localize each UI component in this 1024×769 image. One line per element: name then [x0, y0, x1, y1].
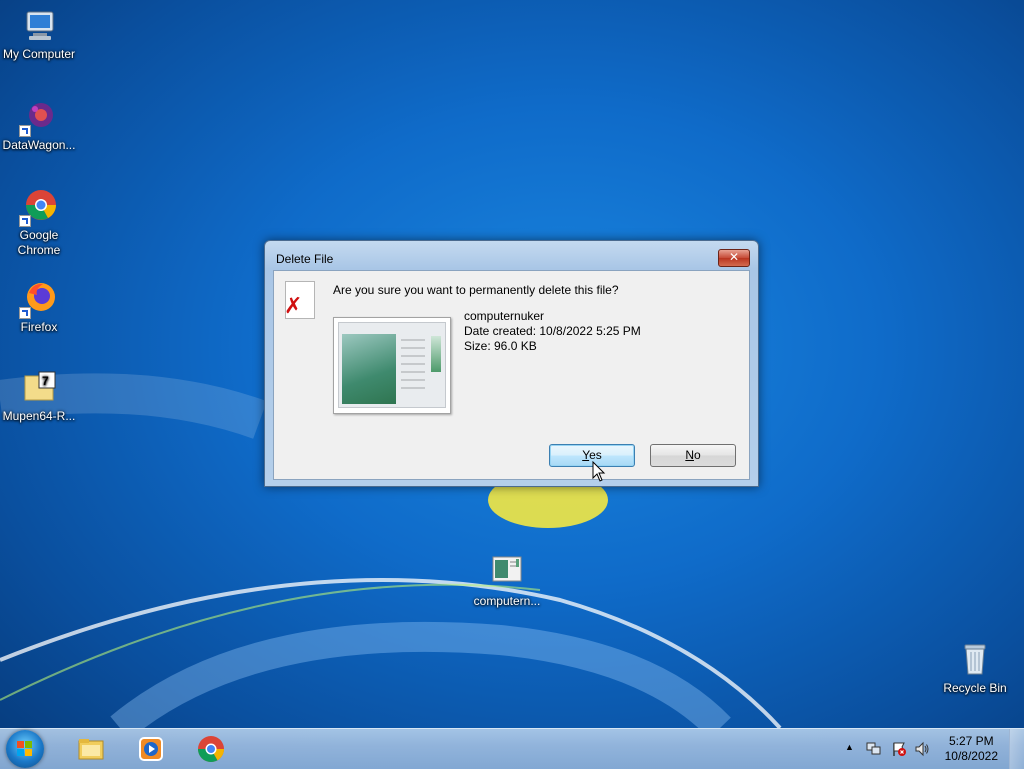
desktop-icon-computernuker[interactable]: computern... [468, 555, 546, 609]
file-date-created: Date created: 10/8/2022 5:25 PM [464, 324, 641, 338]
clock-time: 5:27 PM [948, 734, 994, 748]
desktop-icon-label: computern... [473, 594, 541, 608]
windows-logo-icon [17, 741, 32, 756]
taskbar-google-chrome[interactable] [182, 731, 236, 767]
desktop-icon-my-computer[interactable]: My Computer [0, 8, 78, 62]
volume-icon[interactable] [914, 741, 930, 757]
show-desktop-button[interactable] [1009, 729, 1024, 769]
desktop-icon-label: Mupen64-R... [2, 409, 76, 423]
desktop-icon-mupen64[interactable]: 7 Mupen64-R... [0, 370, 78, 424]
action-center-flag-icon[interactable] [891, 741, 907, 757]
file-thumbnail-icon [489, 555, 525, 591]
taskbar-clock[interactable]: 5:27 PM 10/8/2022 [945, 734, 998, 764]
dialog-title: Delete File [276, 252, 334, 266]
delete-file-dialog[interactable]: Delete File ✕ ✗ Are you sure you want to… [264, 240, 759, 487]
taskbar[interactable]: ▲ 5:27 PM 10/8/2022 [0, 728, 1024, 769]
desktop-icon-label: Recycle Bin [943, 681, 1007, 695]
chrome-icon [197, 736, 225, 763]
desktop-icon-label: Google Chrome [17, 228, 61, 257]
file-size: Size: 96.0 KB [464, 339, 537, 353]
desktop-icon-label: DataWagon... [2, 138, 76, 152]
media-player-icon [139, 737, 163, 761]
folder-icon [78, 739, 104, 760]
network-icon[interactable] [866, 741, 882, 757]
computer-icon [21, 8, 57, 44]
desktop-icon-recycle-bin[interactable]: Recycle Bin [936, 642, 1014, 696]
file-preview-thumbnail [333, 317, 451, 414]
confirm-question: Are you sure you want to permanently del… [333, 283, 619, 297]
desktop-icon-firefox[interactable]: Firefox [0, 281, 78, 335]
chrome-icon [19, 189, 57, 227]
shortcut-arrow-icon [19, 215, 31, 227]
desktop-icon-label: My Computer [2, 47, 76, 61]
file-name: computernuker [464, 309, 545, 323]
desktop-icon-datawagon[interactable]: DataWagon... [0, 99, 78, 153]
taskbar-windows-explorer[interactable] [62, 731, 116, 767]
red-x-icon: ✗ [284, 293, 303, 318]
shortcut-arrow-icon [19, 125, 31, 137]
file-info: computernuker Date created: 10/8/2022 5:… [464, 309, 641, 354]
dialog-titlebar[interactable]: Delete File ✕ [265, 241, 758, 271]
taskbar-media-player[interactable] [122, 731, 176, 767]
mouse-cursor-icon [592, 461, 606, 482]
dialog-client-area: ✗ Are you sure you want to permanently d… [273, 270, 750, 480]
clock-date: 10/8/2022 [944, 749, 998, 763]
svg-text:7: 7 [42, 374, 49, 388]
7zip-archive-icon: 7 [21, 370, 57, 406]
start-button[interactable] [6, 730, 44, 768]
desktop-icon-label: Firefox [20, 320, 58, 334]
close-button[interactable]: ✕ [718, 249, 750, 267]
recycle-bin-icon [957, 642, 993, 678]
delete-file-icon: ✗ [284, 281, 315, 319]
datawagon-icon [19, 99, 57, 137]
show-hidden-icons-button[interactable]: ▲ [845, 742, 854, 752]
desktop-icon-google-chrome[interactable]: Google Chrome [0, 189, 78, 258]
no-button[interactable]: No [650, 444, 736, 467]
shortcut-arrow-icon [19, 307, 31, 319]
firefox-icon [19, 281, 57, 319]
